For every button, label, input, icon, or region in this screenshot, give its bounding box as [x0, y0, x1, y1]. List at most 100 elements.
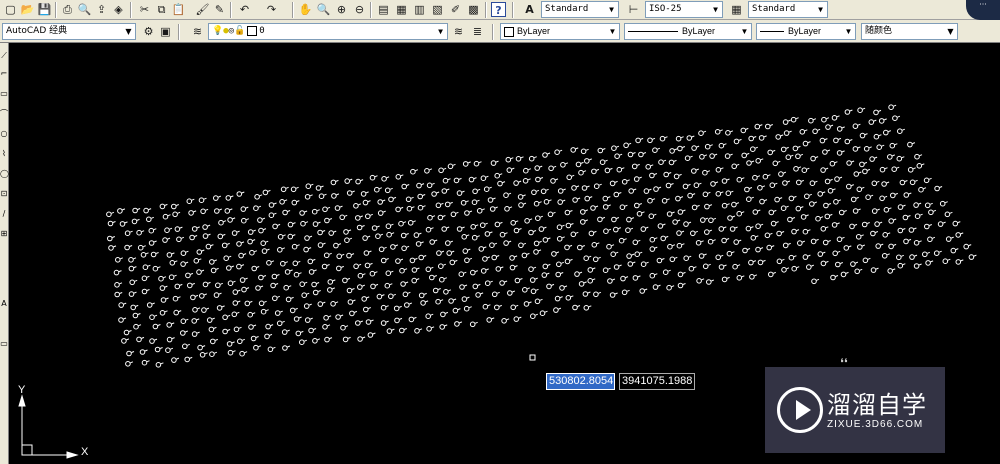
survey-point: [557, 199, 564, 205]
layer-select[interactable]: 💡●◎🔓 0 ▼: [208, 23, 448, 40]
zoom-previous-icon[interactable]: ⊖: [352, 2, 367, 17]
survey-point-label: [586, 185, 590, 188]
table-tool-icon[interactable]: ▭: [0, 339, 8, 349]
new-icon[interactable]: ▢: [3, 2, 18, 17]
survey-point: [166, 252, 173, 258]
survey-point: [517, 194, 524, 200]
construction-line-tool-icon[interactable]: ⌐: [0, 69, 8, 79]
linetype-select[interactable]: ByLayer ▼: [624, 23, 752, 40]
make-object-layer-current-icon[interactable]: ≋: [451, 24, 466, 39]
survey-point-label: [664, 136, 668, 139]
survey-point-label: [895, 192, 898, 195]
survey-point-label: [641, 211, 645, 214]
dynamic-input-y[interactable]: 3941075.1988: [619, 373, 695, 390]
survey-point-label: [892, 154, 895, 157]
survey-point: [690, 230, 696, 237]
block-editor-icon[interactable]: ✎: [212, 2, 227, 17]
survey-point-label: [607, 196, 611, 199]
survey-point: [384, 187, 391, 194]
spline-tool-icon[interactable]: ∕: [0, 209, 8, 219]
save-icon[interactable]: 💾: [37, 2, 52, 17]
chevron-down-icon: ▼: [608, 27, 617, 36]
lineweight-select[interactable]: ByLayer ▼: [756, 23, 856, 40]
survey-point: [908, 227, 915, 233]
survey-point: [464, 210, 470, 216]
dynamic-input-x[interactable]: 530802.8054: [546, 373, 615, 390]
survey-point-label: [738, 138, 742, 141]
cut-icon[interactable]: ✂: [137, 2, 152, 17]
survey-point-label: [487, 256, 491, 259]
copy-icon[interactable]: ⧉: [154, 2, 169, 17]
survey-point: [429, 239, 436, 245]
design-center-icon[interactable]: ▦: [394, 2, 409, 17]
survey-point-label: [214, 351, 218, 354]
survey-point: [225, 195, 232, 201]
tool-palettes-icon[interactable]: ▥: [412, 2, 427, 17]
survey-point-label: [674, 256, 678, 259]
survey-point-label: [759, 124, 763, 127]
survey-point: [393, 305, 400, 312]
3d-dwf-icon[interactable]: ◈: [111, 2, 126, 17]
help-icon[interactable]: ?: [491, 2, 506, 17]
plot-icon[interactable]: ⎙: [60, 2, 75, 17]
survey-point-label: [893, 104, 897, 107]
dim-style-select[interactable]: ISO-25 ▼: [645, 1, 723, 18]
revcloud-tool-icon[interactable]: ⊡: [0, 189, 8, 199]
plot-preview-icon[interactable]: 🔍: [77, 2, 92, 17]
sheet-set-icon[interactable]: ▧: [430, 2, 445, 17]
markup-icon[interactable]: ✐: [448, 2, 463, 17]
survey-point: [386, 231, 392, 238]
dim-style-value: ISO-25: [649, 4, 682, 14]
quickcalc-icon[interactable]: ▩: [466, 2, 481, 17]
pan-icon[interactable]: ✋: [298, 2, 313, 17]
arc-tool-icon[interactable]: ⌇: [0, 149, 8, 159]
survey-point-label: [220, 282, 223, 285]
survey-point: [770, 220, 777, 227]
survey-point-label: [252, 312, 256, 315]
survey-point-label: [312, 258, 316, 261]
zoom-realtime-icon[interactable]: 🔍: [316, 2, 331, 17]
polyline-tool-icon[interactable]: ▭: [0, 89, 8, 99]
workspace-settings-icon[interactable]: ⚙: [141, 24, 156, 39]
rectangle-tool-icon[interactable]: ○: [0, 129, 8, 139]
polygon-tool-icon[interactable]: ⌒: [0, 109, 8, 119]
survey-point-label: [502, 181, 506, 184]
line-tool-icon[interactable]: ⟋: [0, 51, 8, 61]
color-select[interactable]: ByLayer ▼: [500, 23, 620, 40]
properties-icon[interactable]: ▤: [376, 2, 391, 17]
survey-point-label: [893, 218, 897, 221]
text-tool-icon[interactable]: A: [0, 299, 8, 309]
text-style-select[interactable]: Standard ▼: [541, 1, 619, 18]
undo-icon[interactable]: ↶: [237, 2, 252, 17]
survey-point-label: [609, 167, 613, 170]
plotstyle-select[interactable]: 随颜色 ▼: [861, 23, 958, 40]
play-icon: [777, 387, 823, 433]
survey-point-label: [212, 317, 215, 320]
survey-point: [353, 203, 359, 209]
layer-previous-icon[interactable]: ≣: [470, 24, 485, 39]
survey-point: [224, 208, 231, 214]
publish-icon[interactable]: ⇪: [94, 2, 109, 17]
redo-icon[interactable]: ↷: [264, 2, 279, 17]
zoom-window-icon[interactable]: ⊕: [334, 2, 349, 17]
workspace-select[interactable]: AutoCAD 经典 ▼: [2, 23, 136, 40]
circle-tool-icon[interactable]: ◯: [0, 169, 9, 179]
survey-point-label: [277, 295, 280, 298]
survey-point-label: [770, 124, 773, 126]
match-properties-icon[interactable]: 🖌: [195, 2, 210, 17]
table-style-select[interactable]: Standard ▼: [748, 1, 828, 18]
open-icon[interactable]: 📂: [20, 2, 35, 17]
survey-point: [328, 230, 335, 236]
survey-point-label: [354, 310, 358, 313]
survey-point-label: [450, 201, 453, 204]
workspace-save-icon[interactable]: ▣: [158, 24, 173, 39]
layer-manager-icon[interactable]: ≋: [190, 24, 205, 39]
survey-point-label: [265, 309, 269, 312]
survey-point-label: [406, 245, 410, 248]
survey-point-label: [556, 251, 560, 254]
survey-point-label: [619, 153, 623, 156]
window-corner-button[interactable]: ···: [966, 0, 1000, 20]
paste-icon[interactable]: 📋: [171, 2, 186, 17]
ellipse-tool-icon[interactable]: ⊞: [0, 229, 8, 239]
survey-point-label: [720, 254, 724, 257]
